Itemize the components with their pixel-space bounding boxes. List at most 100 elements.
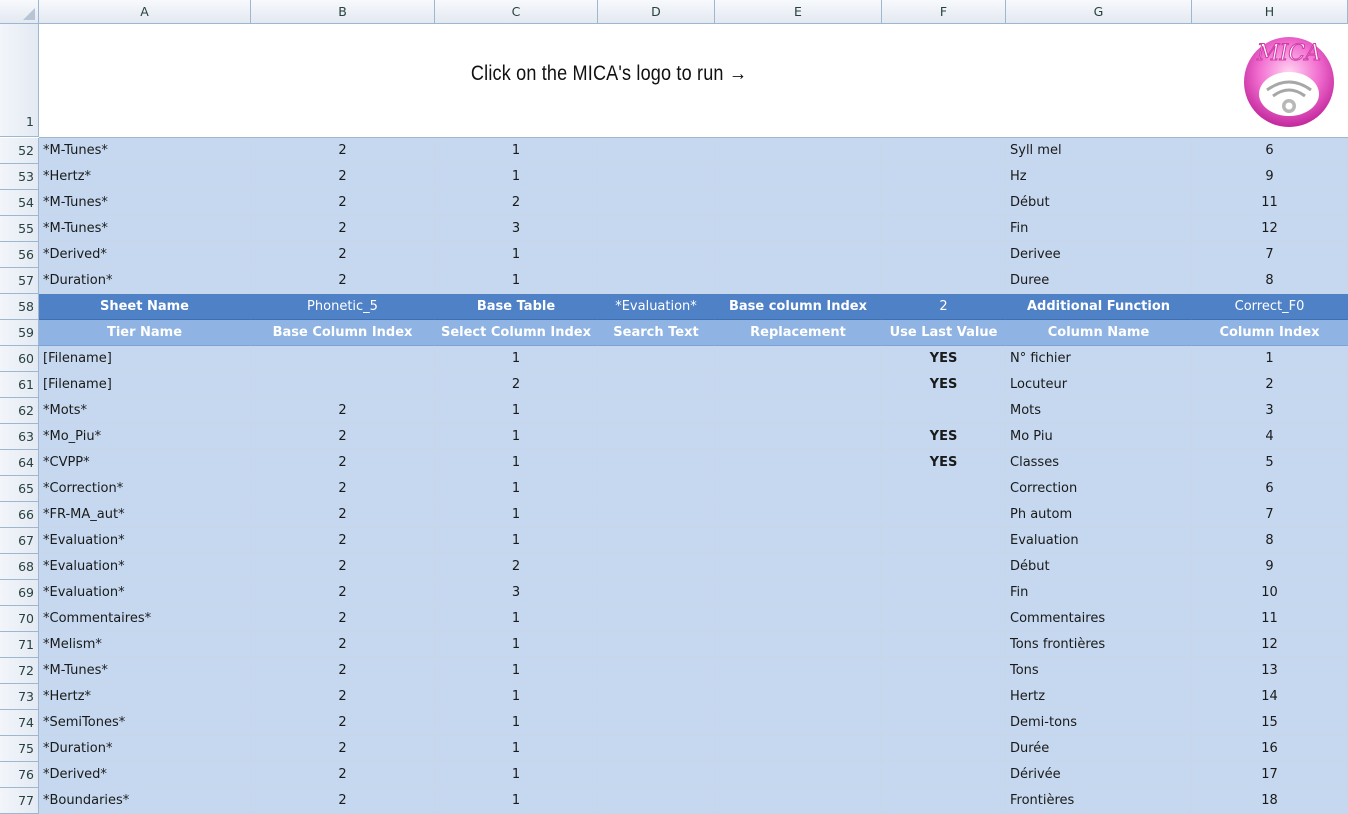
cell-e[interactable] (715, 710, 882, 736)
row-header[interactable]: 67 (0, 528, 39, 554)
row-header[interactable]: 53 (0, 164, 39, 190)
cell-c[interactable]: 2 (435, 190, 598, 216)
row-header[interactable]: 52 (0, 138, 39, 164)
cell-d[interactable] (598, 450, 715, 476)
column-label-g[interactable]: Column Name (1006, 320, 1192, 346)
cell-c[interactable]: 1 (435, 528, 598, 554)
cell-f[interactable]: YES (882, 450, 1006, 476)
cell-g[interactable]: Hz (1006, 164, 1192, 190)
cell-e[interactable] (715, 762, 882, 788)
cell-c[interactable]: 1 (435, 398, 598, 424)
cell-d[interactable] (598, 762, 715, 788)
cell-h[interactable]: 6 (1192, 476, 1348, 502)
cell-a[interactable]: *Derived* (39, 762, 251, 788)
cell-c[interactable]: 1 (435, 788, 598, 814)
row-header[interactable]: 68 (0, 554, 39, 580)
row-header[interactable]: 73 (0, 684, 39, 710)
row-header[interactable]: 59 (0, 320, 39, 346)
cell-e[interactable] (715, 528, 882, 554)
cell-d[interactable] (598, 398, 715, 424)
config-cell-h[interactable]: Correct_F0 (1192, 294, 1348, 320)
cell-g[interactable]: Mots (1006, 398, 1192, 424)
cell-a[interactable]: *FR-MA_aut* (39, 502, 251, 528)
cell-e[interactable] (715, 632, 882, 658)
cell-c[interactable]: 1 (435, 632, 598, 658)
cell-c[interactable]: 1 (435, 424, 598, 450)
cell-g[interactable]: Durée (1006, 736, 1192, 762)
row-header[interactable]: 77 (0, 788, 39, 814)
cell-h[interactable]: 5 (1192, 450, 1348, 476)
column-header-h[interactable]: H (1192, 0, 1348, 24)
cell-a[interactable]: *Evaluation* (39, 554, 251, 580)
cell-h[interactable]: 6 (1192, 138, 1348, 164)
cell-a[interactable]: *Correction* (39, 476, 251, 502)
cell-b[interactable]: 2 (251, 658, 435, 684)
cell-a[interactable]: *Evaluation* (39, 580, 251, 606)
cell-h[interactable]: 9 (1192, 164, 1348, 190)
cell-f[interactable]: YES (882, 372, 1006, 398)
cell-c[interactable]: 1 (435, 268, 598, 294)
cell-e[interactable] (715, 476, 882, 502)
cell-b[interactable]: 2 (251, 190, 435, 216)
column-label-c[interactable]: Select Column Index (435, 320, 598, 346)
cell-f[interactable] (882, 658, 1006, 684)
cell-c[interactable]: 3 (435, 216, 598, 242)
cell-c[interactable]: 1 (435, 164, 598, 190)
cell-f[interactable] (882, 762, 1006, 788)
row-header[interactable]: 74 (0, 710, 39, 736)
cell-h[interactable]: 9 (1192, 554, 1348, 580)
config-cell-b[interactable]: Phonetic_5 (251, 294, 435, 320)
cell-g[interactable]: Evaluation (1006, 528, 1192, 554)
row-header[interactable]: 63 (0, 424, 39, 450)
row-header[interactable]: 62 (0, 398, 39, 424)
cell-g[interactable]: Correction (1006, 476, 1192, 502)
cell-b[interactable]: 2 (251, 424, 435, 450)
cell-e[interactable] (715, 398, 882, 424)
cell-b[interactable]: 2 (251, 164, 435, 190)
row-header[interactable]: 57 (0, 268, 39, 294)
cell-g[interactable]: Fin (1006, 580, 1192, 606)
cell-d[interactable] (598, 372, 715, 398)
cell-f[interactable] (882, 164, 1006, 190)
cell-h[interactable]: 7 (1192, 242, 1348, 268)
cell-b[interactable]: 2 (251, 736, 435, 762)
cell-b[interactable]: 2 (251, 554, 435, 580)
cell-g[interactable]: Duree (1006, 268, 1192, 294)
cell-g[interactable]: Classes (1006, 450, 1192, 476)
column-header-b[interactable]: B (251, 0, 435, 24)
cell-b[interactable]: 2 (251, 398, 435, 424)
cell-c[interactable]: 1 (435, 242, 598, 268)
cell-d[interactable] (598, 606, 715, 632)
cell-f[interactable] (882, 710, 1006, 736)
row-header[interactable]: 61 (0, 372, 39, 398)
cell-h[interactable]: 18 (1192, 788, 1348, 814)
cell-h[interactable]: 4 (1192, 424, 1348, 450)
cell-f[interactable] (882, 190, 1006, 216)
cell-b[interactable]: 2 (251, 502, 435, 528)
cell-e[interactable] (715, 606, 882, 632)
cell-h[interactable]: 11 (1192, 606, 1348, 632)
cell-f[interactable] (882, 242, 1006, 268)
column-header-g[interactable]: G (1006, 0, 1192, 24)
cell-f[interactable] (882, 580, 1006, 606)
row-header[interactable]: 54 (0, 190, 39, 216)
cell-d[interactable] (598, 476, 715, 502)
cell-a[interactable]: *Duration* (39, 736, 251, 762)
cell-h[interactable]: 3 (1192, 398, 1348, 424)
cell-d[interactable] (598, 528, 715, 554)
cell-h[interactable]: 11 (1192, 190, 1348, 216)
cell-d[interactable] (598, 268, 715, 294)
row-header[interactable]: 56 (0, 242, 39, 268)
cell-d[interactable] (598, 216, 715, 242)
cell-d[interactable] (598, 502, 715, 528)
cell-h[interactable]: 8 (1192, 268, 1348, 294)
cell-b[interactable]: 2 (251, 710, 435, 736)
cell-d[interactable] (598, 736, 715, 762)
cell-h[interactable]: 12 (1192, 216, 1348, 242)
cell-a[interactable]: *Mo_Piu* (39, 424, 251, 450)
cell-c[interactable]: 1 (435, 736, 598, 762)
cell-h[interactable]: 13 (1192, 658, 1348, 684)
cell-a[interactable]: *Derived* (39, 242, 251, 268)
cell-h[interactable]: 15 (1192, 710, 1348, 736)
column-header-c[interactable]: C (435, 0, 598, 24)
